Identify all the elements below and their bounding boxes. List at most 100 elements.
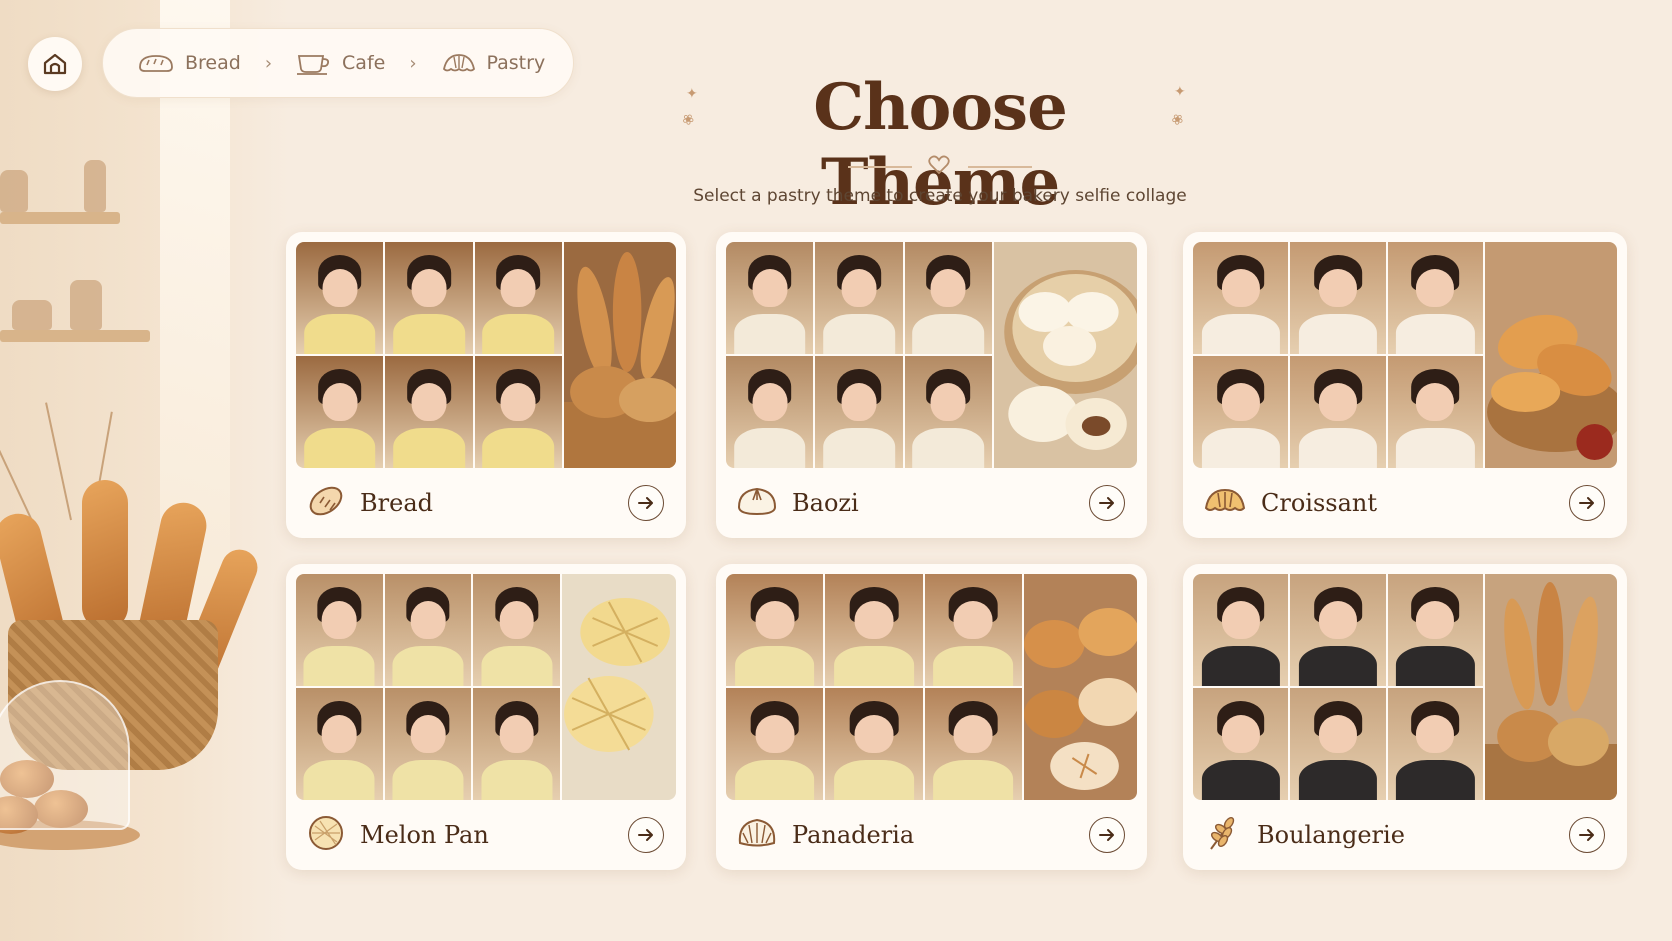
theme-card-footer: Panaderia (726, 800, 1137, 870)
selfie-photo (385, 242, 473, 354)
theme-card-footer: Baozi (726, 468, 1137, 538)
selfie-grid (726, 574, 1022, 800)
wheat-icon (1203, 813, 1243, 857)
selfie-photo (1193, 356, 1289, 468)
selfie-photo (1193, 574, 1289, 686)
theme-card-bread[interactable]: Bread (286, 232, 686, 538)
theme-card-croissant[interactable]: Croissant (1183, 232, 1627, 538)
shelf (0, 212, 120, 224)
selfie-photo (1290, 242, 1386, 354)
jar (0, 170, 28, 212)
arrow-right-icon (1579, 497, 1594, 509)
shelf (0, 330, 150, 342)
pastry-photo (1485, 242, 1617, 468)
select-theme-button[interactable] (1089, 485, 1125, 521)
selfie-photo (1387, 574, 1483, 686)
selfie-grid (296, 574, 560, 800)
selfie-photo (825, 688, 923, 800)
theme-card-footer: Bread (296, 468, 676, 538)
croissant-icon (442, 54, 475, 72)
theme-preview-collage (296, 574, 676, 800)
selfie-photo (924, 688, 1022, 800)
page-subtitle: Select a pastry theme to create your bak… (693, 186, 1187, 206)
selfie-photo (904, 242, 992, 354)
select-theme-button[interactable] (1569, 485, 1605, 521)
arrow-right-icon (638, 497, 653, 509)
selfie-photo (1387, 242, 1483, 354)
title-divider (848, 166, 912, 168)
selfie-photo (296, 242, 384, 354)
selfie-photo (815, 242, 903, 354)
selfie-photo (1387, 688, 1483, 800)
select-theme-button[interactable] (628, 817, 664, 853)
bao-icon (736, 483, 778, 523)
croissant-icon (1203, 484, 1247, 522)
selfie-photo (904, 356, 992, 468)
selfie-photo (726, 574, 824, 686)
theme-name: Bread (360, 489, 433, 517)
theme-name: Croissant (1261, 489, 1378, 517)
theme-name: Panaderia (792, 821, 915, 849)
theme-preview-collage (1193, 242, 1617, 468)
select-theme-button[interactable] (1569, 817, 1605, 853)
title-divider (968, 166, 1032, 168)
selfie-grid (1193, 242, 1483, 468)
theme-card-baozi[interactable]: Baozi (716, 232, 1147, 538)
selfie-photo (1387, 356, 1483, 468)
selfie-photo (924, 574, 1022, 686)
selfie-photo (1290, 356, 1386, 468)
coffee-cup-icon (297, 55, 330, 75)
selfie-photo (726, 688, 824, 800)
breadcrumb-separator: › (409, 52, 417, 74)
concha-icon (736, 815, 778, 855)
selfie-photo (296, 356, 384, 468)
leaf-decoration: ❀ (678, 110, 697, 130)
selfie-photo (474, 242, 562, 354)
selfie-photo (474, 356, 562, 468)
theme-card-footer: Melon Pan (296, 800, 676, 870)
selfie-photo (726, 356, 814, 468)
selfie-photo (473, 574, 560, 686)
breadcrumb-item-bread[interactable]: Bread (137, 51, 241, 75)
pastry-photo (562, 574, 676, 800)
bread-icon (306, 483, 346, 523)
heart-icon (928, 155, 950, 179)
pastry-photo (1485, 574, 1617, 800)
breadcrumb-item-cafe[interactable]: Cafe (296, 50, 385, 76)
home-button[interactable] (28, 37, 82, 91)
selfie-grid (1193, 574, 1483, 800)
breadcrumb-separator: › (264, 52, 273, 74)
theme-preview-collage (726, 242, 1137, 468)
selfie-photo (1193, 688, 1289, 800)
selfie-grid (296, 242, 562, 468)
baguette (82, 480, 128, 630)
selfie-photo (296, 574, 383, 686)
select-theme-button[interactable] (628, 485, 664, 521)
jar (70, 280, 102, 330)
pastry-photo (994, 242, 1137, 468)
theme-card-melon-pan[interactable]: Melon Pan (286, 564, 686, 870)
selfie-photo (384, 574, 472, 686)
theme-card-footer: Croissant (1193, 468, 1617, 538)
pastry-photo (564, 242, 676, 468)
theme-card-boulangerie[interactable]: Boulangerie (1183, 564, 1627, 870)
select-theme-button[interactable] (1089, 817, 1125, 853)
pastry-photo (1024, 574, 1137, 800)
theme-preview-collage (726, 574, 1137, 800)
selfie-grid (726, 242, 992, 468)
breadcrumb-item-pastry[interactable]: Pastry (441, 51, 545, 75)
theme-card-panaderia[interactable]: Panaderia (716, 564, 1147, 870)
glass-dome (0, 680, 130, 830)
theme-name: Boulangerie (1257, 821, 1405, 849)
vase (84, 160, 106, 212)
selfie-photo (385, 356, 473, 468)
theme-name: Baozi (792, 489, 859, 517)
jar (12, 300, 52, 330)
selfie-photo (1290, 574, 1386, 686)
selfie-photo (1193, 242, 1289, 354)
selfie-photo (1290, 688, 1386, 800)
arrow-right-icon (638, 829, 653, 841)
selfie-photo (815, 356, 903, 468)
theme-card-footer: Boulangerie (1193, 800, 1617, 870)
page-title: Choose Theme (700, 70, 1180, 220)
